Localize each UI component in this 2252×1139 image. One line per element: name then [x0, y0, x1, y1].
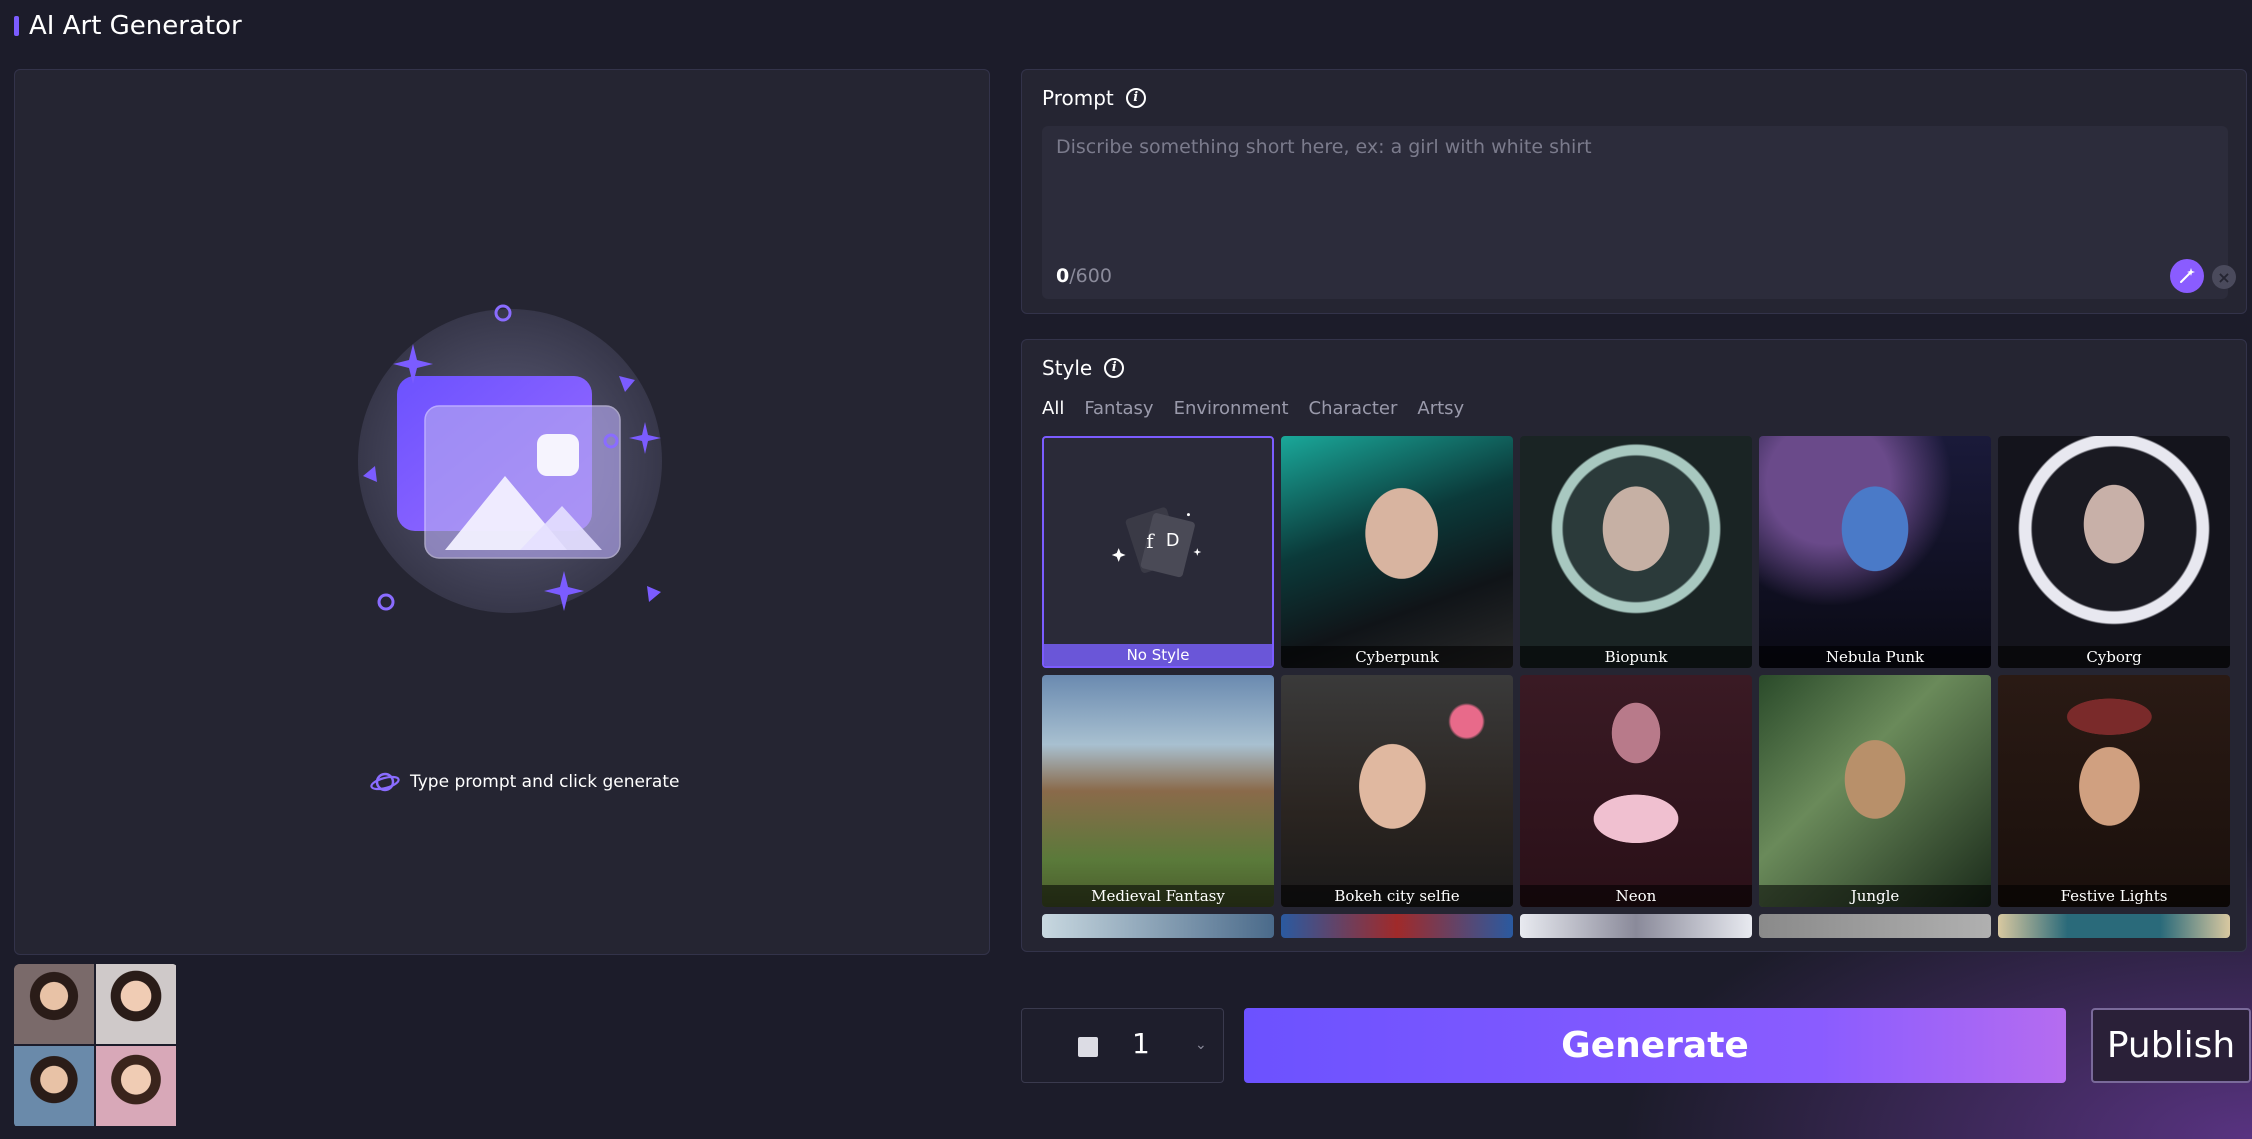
style-tabs: All Fantasy Environment Character Artsy: [1042, 398, 1464, 419]
prompt-panel: Prompt i 0/600 ×: [1021, 69, 2247, 314]
info-icon[interactable]: i: [1104, 358, 1125, 378]
hint-text: Type prompt and click generate: [410, 772, 680, 792]
image-placeholder-icon: [358, 304, 662, 613]
recent-thumbnails[interactable]: [14, 964, 178, 1128]
thumbnail-3[interactable]: [14, 1046, 94, 1126]
magic-wand-icon: [2180, 268, 2195, 283]
style-card-cyborg[interactable]: Cyborg: [1998, 436, 2230, 668]
style-card-jungle[interactable]: Jungle: [1759, 675, 1991, 907]
style-card-label: Neon: [1520, 885, 1752, 907]
style-card-no-style[interactable]: f D No Style: [1042, 436, 1274, 668]
counter-current: 0: [1056, 265, 1070, 287]
cyborg-image: [1998, 436, 2230, 668]
image-count-value: 1: [1132, 1027, 1150, 1060]
style-card-cyberpunk[interactable]: Cyberpunk: [1281, 436, 1513, 668]
style-card-festive-lights[interactable]: Festive Lights: [1998, 675, 2230, 907]
prompt-input[interactable]: [1056, 136, 2206, 236]
generate-button[interactable]: Generate: [1244, 1008, 2066, 1083]
medieval-fantasy-image: [1042, 675, 1274, 907]
magic-wand-button[interactable]: [2170, 259, 2204, 293]
image-count-icon: [1078, 1037, 1098, 1057]
publish-button[interactable]: Publish: [2091, 1008, 2251, 1083]
style-card-partial[interactable]: [1042, 914, 1274, 938]
style-card-neon[interactable]: Neon: [1520, 675, 1752, 907]
tab-character[interactable]: Character: [1309, 398, 1398, 419]
title-accent: [14, 16, 19, 36]
thumbnail-1[interactable]: [14, 964, 94, 1044]
prompt-label-text: Prompt: [1042, 86, 1114, 110]
style-panel: Style i All Fantasy Environment Characte…: [1021, 339, 2247, 952]
style-card-biopunk[interactable]: Biopunk: [1520, 436, 1752, 668]
close-icon: ×: [2217, 267, 2231, 287]
tab-artsy[interactable]: Artsy: [1417, 398, 1464, 419]
prompt-box: 0/600 ×: [1042, 126, 2236, 299]
planet-icon: [370, 772, 400, 792]
style-card-label: No Style: [1044, 644, 1272, 666]
no-style-icon: f D: [1111, 507, 1202, 578]
thumbnail-4[interactable]: [96, 1046, 176, 1126]
festive-lights-image: [1998, 675, 2230, 907]
prompt-label: Prompt i: [1042, 86, 1146, 110]
style-card-label: Cyberpunk: [1281, 646, 1513, 668]
style-card-partial[interactable]: [1759, 914, 1991, 938]
thumbnail-2[interactable]: [96, 964, 176, 1044]
tab-fantasy[interactable]: Fantasy: [1084, 398, 1153, 419]
info-icon[interactable]: i: [1125, 88, 1146, 108]
style-card-nebula-punk[interactable]: Nebula Punk: [1759, 436, 1991, 668]
style-label-text: Style: [1042, 356, 1093, 380]
style-card-partial[interactable]: [1998, 914, 2230, 938]
preview-panel: Type prompt and click generate: [14, 69, 990, 955]
bokeh-city-selfie-image: [1281, 675, 1513, 907]
character-counter: 0/600: [1056, 265, 1112, 287]
style-grid-row-3: [1042, 914, 2234, 938]
style-card-label: Jungle: [1759, 885, 1991, 907]
style-label: Style i: [1042, 356, 1125, 380]
style-card-bokeh-city-selfie[interactable]: Bokeh city selfie: [1281, 675, 1513, 907]
jungle-image: [1759, 675, 1991, 907]
clear-prompt-button[interactable]: ×: [2212, 265, 2236, 289]
style-card-label: Medieval Fantasy: [1042, 885, 1274, 907]
svg-text:D: D: [1166, 531, 1180, 551]
neon-image: [1520, 675, 1752, 907]
style-card-medieval-fantasy[interactable]: Medieval Fantasy: [1042, 675, 1274, 907]
style-card-label: Nebula Punk: [1759, 646, 1991, 668]
tab-all[interactable]: All: [1042, 398, 1064, 419]
app-header: AI Art Generator: [14, 10, 242, 42]
style-card-label: Bokeh city selfie: [1281, 885, 1513, 907]
generate-hint: Type prompt and click generate: [370, 770, 679, 794]
biopunk-image: [1520, 436, 1752, 668]
image-count-select[interactable]: 1 ⌄: [1021, 1008, 1224, 1083]
counter-max: /600: [1069, 265, 1112, 287]
style-card-label: Cyborg: [1998, 646, 2230, 668]
chevron-down-icon: ⌄: [1195, 1037, 1207, 1053]
style-card-partial[interactable]: [1281, 914, 1513, 938]
cyberpunk-image: [1281, 436, 1513, 668]
style-card-label: Festive Lights: [1998, 885, 2230, 907]
page-title: AI Art Generator: [29, 11, 242, 41]
style-grid: f D No Style Cyberpunk Biopunk Nebula Pu…: [1042, 436, 2234, 907]
style-card-partial[interactable]: [1520, 914, 1752, 938]
tab-environment[interactable]: Environment: [1174, 398, 1289, 419]
nebula-punk-image: [1759, 436, 1991, 668]
style-card-label: Biopunk: [1520, 646, 1752, 668]
